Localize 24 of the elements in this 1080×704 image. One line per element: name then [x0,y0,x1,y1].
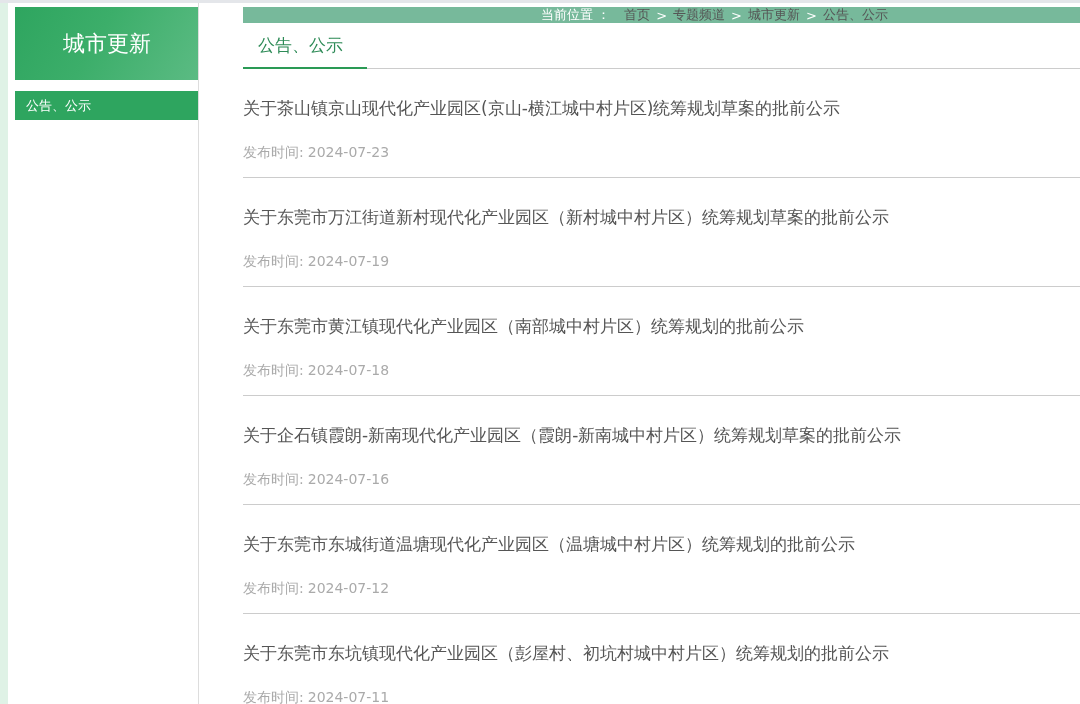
date-label: 发布时间: [243,580,304,598]
publish-date: 2024-07-12 [307,580,390,598]
publish-date: 2024-07-18 [307,362,390,380]
date-label: 发布时间: [243,253,304,271]
date-label: 发布时间: [243,471,304,489]
breadcrumb-label: 当前位置 ： [541,6,611,24]
date-label: 发布时间: [243,689,304,704]
publish-date: 2024-07-23 [307,144,390,162]
article-title-link[interactable]: 关于茶山镇京山现代化产业园区(京山-横江城中村片区)统筹规划草案的批前公示 [243,97,1080,120]
article-title-link[interactable]: 关于东莞市黄江镇现代化产业园区（南部城中村片区）统筹规划的批前公示 [243,315,1080,338]
publish-date: 2024-07-11 [307,689,390,704]
tab[interactable]: 公告、公示 [243,23,367,69]
breadcrumb-separator: > [805,7,817,23]
date-label: 发布时间: [243,144,304,162]
article-title-link[interactable]: 关于企石镇霞朗-新南现代化产业园区（霞朗-新南城中村片区）统筹规划草案的批前公示 [243,424,1080,447]
section-title: 城市更新 [62,29,151,58]
breadcrumb-separator: > [731,7,742,23]
article-title-link[interactable]: 关于东莞市万江街道新村现代化产业园区（新村城中村片区）统筹规划草案的批前公示 [243,206,1080,229]
date-label: 发布时间: [243,362,304,380]
article-title-link[interactable]: 关于东莞市东坑镇现代化产业园区（彭屋村、初坑村城中村片区）统筹规划的批前公示 [243,642,1080,665]
publish-date: 2024-07-19 [307,253,390,271]
article-title-link[interactable]: 关于东莞市东城街道温塘现代化产业园区（温塘城中村片区）统筹规划的批前公示 [243,533,1080,556]
breadcrumb-separator: > [656,7,668,23]
publish-date: 2024-07-16 [307,471,390,489]
